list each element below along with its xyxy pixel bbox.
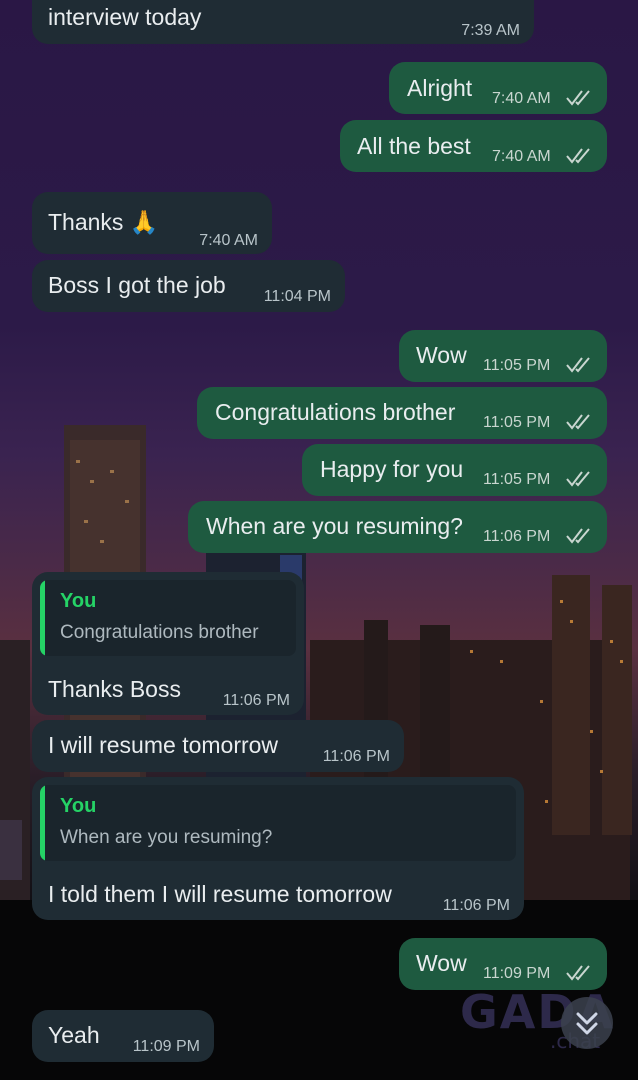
double-check-icon (565, 525, 595, 545)
double-check-icon (565, 145, 595, 165)
message-bubble-incoming[interactable]: interview today 7:39 AM (32, 0, 534, 44)
double-check-icon (565, 468, 595, 488)
message-bubble-incoming[interactable]: Thanks 🙏 7:40 AM (32, 192, 272, 254)
message-text: Alright (407, 75, 473, 101)
message-text: Wow (416, 342, 467, 368)
message-bubble-outgoing[interactable]: All the best 7:40 AM (340, 120, 607, 172)
double-check-icon (565, 962, 595, 982)
message-time: 11:09 PM (483, 965, 551, 982)
quote-accent-bar (40, 785, 45, 861)
message-bubble-incoming-reply[interactable]: You When are you resuming? I told them I… (32, 777, 524, 920)
message-time: 7:39 AM (461, 22, 520, 39)
quote-author: You (60, 590, 97, 612)
message-time: 11:06 PM (483, 528, 551, 545)
message-bubble-outgoing[interactable]: When are you resuming? 11:06 PM (188, 501, 607, 553)
message-time: 11:05 PM (483, 414, 551, 431)
message-time: 11:05 PM (483, 357, 551, 374)
message-time: 11:06 PM (222, 692, 290, 709)
message-text: Congratulations brother (215, 399, 456, 425)
message-text: When are you resuming? (206, 513, 463, 539)
message-text: All the best (357, 133, 471, 159)
double-check-icon (565, 87, 595, 107)
message-bubble-outgoing[interactable]: Happy for you 11:05 PM (302, 444, 607, 496)
message-text: Yeah (48, 1022, 100, 1048)
message-bubble-outgoing[interactable]: Congratulations brother 11:05 PM (197, 387, 607, 439)
message-time: 11:05 PM (483, 471, 551, 488)
message-text: I will resume tomorrow (48, 732, 279, 758)
quoted-message[interactable]: You When are you resuming? (40, 785, 516, 861)
message-bubble-outgoing[interactable]: Alright 7:40 AM (389, 62, 607, 114)
message-time: 11:06 PM (442, 897, 510, 914)
message-bubble-outgoing[interactable]: Wow 11:09 PM (399, 938, 607, 990)
message-text: Happy for you (320, 456, 464, 482)
double-check-icon (565, 354, 595, 374)
quoted-message[interactable]: You Congratulations brother (40, 580, 296, 656)
message-text: Thanks Boss (48, 676, 181, 702)
message-text: Thanks 🙏 (48, 209, 159, 235)
message-text: Boss I got the job (48, 272, 226, 298)
message-time: 7:40 AM (199, 232, 258, 249)
message-time: 7:40 AM (492, 90, 551, 107)
quote-accent-bar (40, 580, 45, 656)
message-time: 11:06 PM (322, 748, 390, 765)
message-bubble-outgoing[interactable]: Wow 11:05 PM (399, 330, 607, 382)
message-bubble-incoming[interactable]: I will resume tomorrow 11:06 PM (32, 720, 404, 772)
scroll-to-bottom-button[interactable] (561, 997, 613, 1049)
quote-text: Congratulations brother (60, 622, 259, 643)
message-text: interview today (48, 4, 202, 30)
message-time: 11:04 PM (263, 288, 331, 305)
chevron-double-down-icon (576, 1012, 598, 1035)
quote-author: You (60, 795, 97, 817)
message-bubble-incoming[interactable]: Yeah 11:09 PM (32, 1010, 214, 1062)
message-bubble-incoming-reply[interactable]: You Congratulations brother Thanks Boss … (32, 572, 304, 715)
message-time: 7:40 AM (492, 148, 551, 165)
message-time: 11:09 PM (132, 1038, 200, 1055)
message-text: I told them I will resume tomorrow (48, 881, 392, 907)
double-check-icon (565, 411, 595, 431)
quote-text: When are you resuming? (60, 827, 273, 848)
message-bubble-incoming[interactable]: Boss I got the job 11:04 PM (32, 260, 345, 312)
message-text: Wow (416, 950, 467, 976)
